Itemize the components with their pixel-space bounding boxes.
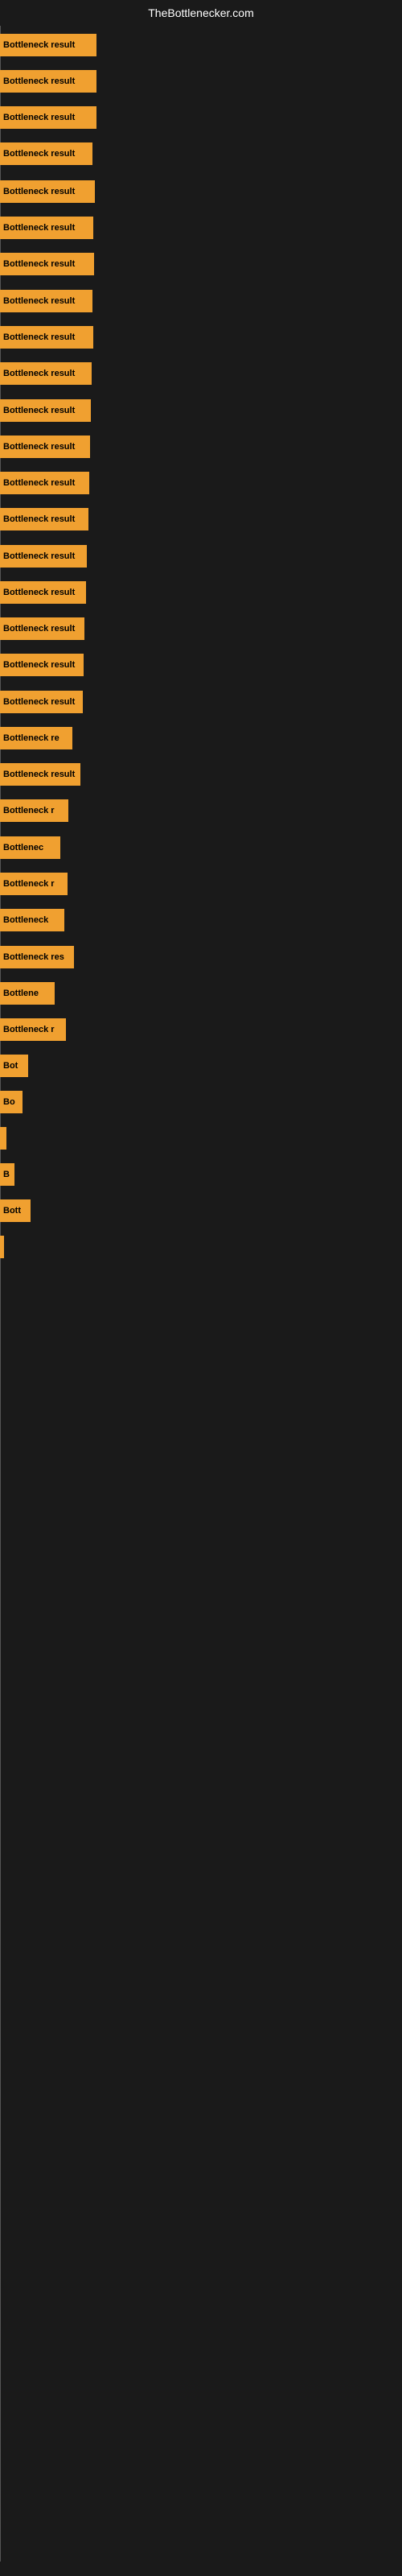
bar-label: Bottleneck result <box>3 332 75 342</box>
site-title: TheBottlenecker.com <box>0 0 402 26</box>
bar-item: Bottleneck r <box>0 799 68 822</box>
bar-item <box>0 1127 6 1150</box>
bar-item: Bo <box>0 1091 23 1113</box>
bar-label: B <box>3 1170 10 1179</box>
bar-label: Bottleneck r <box>3 879 55 889</box>
bar-item: Bottleneck result <box>0 763 80 786</box>
bar-label: Bottleneck result <box>3 149 75 159</box>
bar-label: Bottleneck result <box>3 187 75 196</box>
bar-item: Bottleneck result <box>0 436 90 458</box>
bar-label: Bottleneck result <box>3 40 75 50</box>
bar-label: Bottlene <box>3 989 39 998</box>
bar-item: Bottleneck result <box>0 581 86 604</box>
bar-label: Bot <box>3 1061 18 1071</box>
bar-item: Bottleneck <box>0 909 64 931</box>
bar-item: Bottleneck result <box>0 472 89 494</box>
bar-label: Bottleneck result <box>3 697 75 707</box>
bar-label: Bottleneck result <box>3 514 75 524</box>
bar-label: Bottleneck re <box>3 733 59 743</box>
bar-item: Bottlene <box>0 982 55 1005</box>
bar-label: Bottleneck result <box>3 624 75 634</box>
bar-label: Bottlenec <box>3 843 43 852</box>
chart-area: Bottleneck result Bottleneck result Bottle… <box>0 26 402 2562</box>
bar-item: Bottleneck result <box>0 326 93 349</box>
bar-item: Bottleneck result <box>0 180 95 203</box>
bar-label: Bottleneck result <box>3 660 75 670</box>
bar-label: Bott <box>3 1206 21 1216</box>
bar-label: Bottleneck r <box>3 806 55 815</box>
bar-label: Bo <box>3 1097 15 1107</box>
bar-label: Bottleneck result <box>3 296 75 306</box>
bar-item: Bottleneck result <box>0 654 84 676</box>
bar-label: Bottleneck result <box>3 113 75 122</box>
bar-item: Bottleneck r <box>0 1018 66 1041</box>
bar-item: Bottleneck result <box>0 399 91 422</box>
bar-item: Bottleneck result <box>0 691 83 713</box>
bar-item: Bott <box>0 1199 31 1222</box>
bar-item: Bottleneck result <box>0 362 92 385</box>
bar-label: Bottleneck <box>3 915 48 925</box>
bar-label: Bottleneck result <box>3 76 75 86</box>
bar-label: Bottleneck result <box>3 259 75 269</box>
bar-item: Bottleneck r <box>0 873 68 895</box>
bar-label: Bottleneck r <box>3 1025 55 1034</box>
bar-item: Bot <box>0 1055 28 1077</box>
bar-item: Bottleneck result <box>0 290 92 312</box>
bar-item: Bottleneck re <box>0 727 72 749</box>
bar-item: Bottleneck result <box>0 545 87 568</box>
bar-item: Bottleneck result <box>0 142 92 165</box>
bar-item: Bottlenec <box>0 836 60 859</box>
bar-item: Bottleneck result <box>0 617 84 640</box>
bar-label: Bottleneck result <box>3 478 75 488</box>
bar-label: Bottleneck result <box>3 406 75 415</box>
bar-label: Bottleneck result <box>3 442 75 452</box>
bar-item: Bottleneck result <box>0 508 88 530</box>
bar-item: Bottleneck result <box>0 217 93 239</box>
bar-label: Bottleneck result <box>3 770 75 779</box>
bar-label: Bottleneck result <box>3 223 75 233</box>
bar-label: Bottleneck res <box>3 952 64 962</box>
site-title-text: TheBottlenecker.com <box>148 6 254 19</box>
bar-item: Bottleneck result <box>0 253 94 275</box>
bar-item: Bottleneck result <box>0 70 96 93</box>
bar-label: Bottleneck result <box>3 369 75 378</box>
bar-item: Bottleneck res <box>0 946 74 968</box>
bar-item <box>0 1236 4 1258</box>
bar-label: Bottleneck result <box>3 588 75 597</box>
bar-item: Bottleneck result <box>0 106 96 129</box>
bar-label: Bottleneck result <box>3 551 75 561</box>
bar-item: Bottleneck result <box>0 34 96 56</box>
bar-item: B <box>0 1163 14 1186</box>
